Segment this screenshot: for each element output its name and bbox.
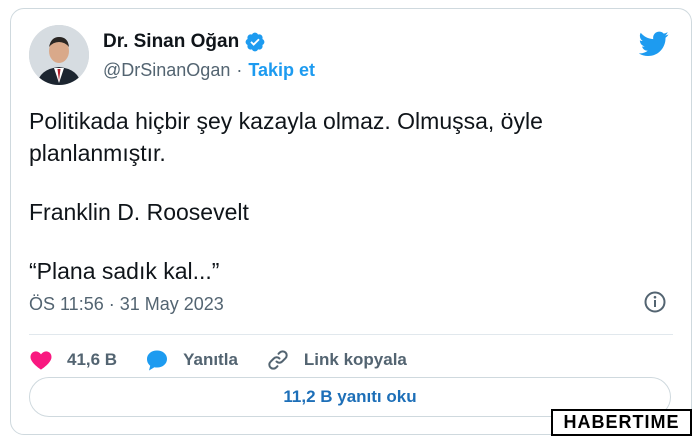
copy-link-button[interactable]: Link kopyala	[266, 348, 407, 372]
tweet-line-4: “Plana sadık kal...”	[29, 258, 220, 284]
twitter-bird-icon[interactable]	[639, 31, 669, 57]
tweet-card: Dr. Sinan Oğan @DrSinanOgan · Takip et P…	[10, 8, 692, 435]
reply-button[interactable]: Yanıtla	[145, 348, 238, 372]
copy-link-label: Link kopyala	[303, 350, 407, 369]
tweet-meta: ÖS 11:56 · 31 May 2023	[29, 294, 224, 315]
avatar-photo	[29, 25, 89, 85]
link-icon	[268, 350, 288, 370]
like-button[interactable]: 41,6 B	[29, 348, 117, 372]
handle-row: @DrSinanOgan · Takip et	[103, 60, 315, 81]
separator: ·	[236, 60, 243, 80]
handle[interactable]: @DrSinanOgan	[103, 60, 230, 81]
name-row: Dr. Sinan Oğan	[103, 31, 266, 53]
action-bar: 41,6 B Yanıtla Link kopyala	[29, 340, 435, 380]
avatar[interactable]	[29, 25, 89, 85]
tweet-line-2: planlanmıştır.	[29, 140, 166, 166]
tweet-text: Politikada hiçbir şey kazayla olmaz. Olm…	[29, 105, 669, 287]
info-icon[interactable]	[643, 290, 667, 314]
divider	[29, 334, 673, 335]
tweet-line-1: Politikada hiçbir şey kazayla olmaz. Olm…	[29, 108, 543, 134]
verified-badge-icon	[245, 32, 265, 52]
display-name[interactable]: Dr. Sinan Oğan	[103, 31, 239, 53]
reply-label: Yanıtla	[183, 350, 238, 369]
speech-bubble-icon	[147, 350, 168, 371]
follow-button[interactable]: Takip et	[248, 60, 315, 81]
timestamp[interactable]: ÖS 11:56 · 31 May 2023	[29, 294, 224, 315]
watermark-logo: HABERTIME	[551, 409, 692, 436]
heart-icon	[30, 351, 52, 370]
tweet-line-3: Franklin D. Roosevelt	[29, 199, 249, 225]
likes-count: 41,6 B	[67, 350, 118, 369]
